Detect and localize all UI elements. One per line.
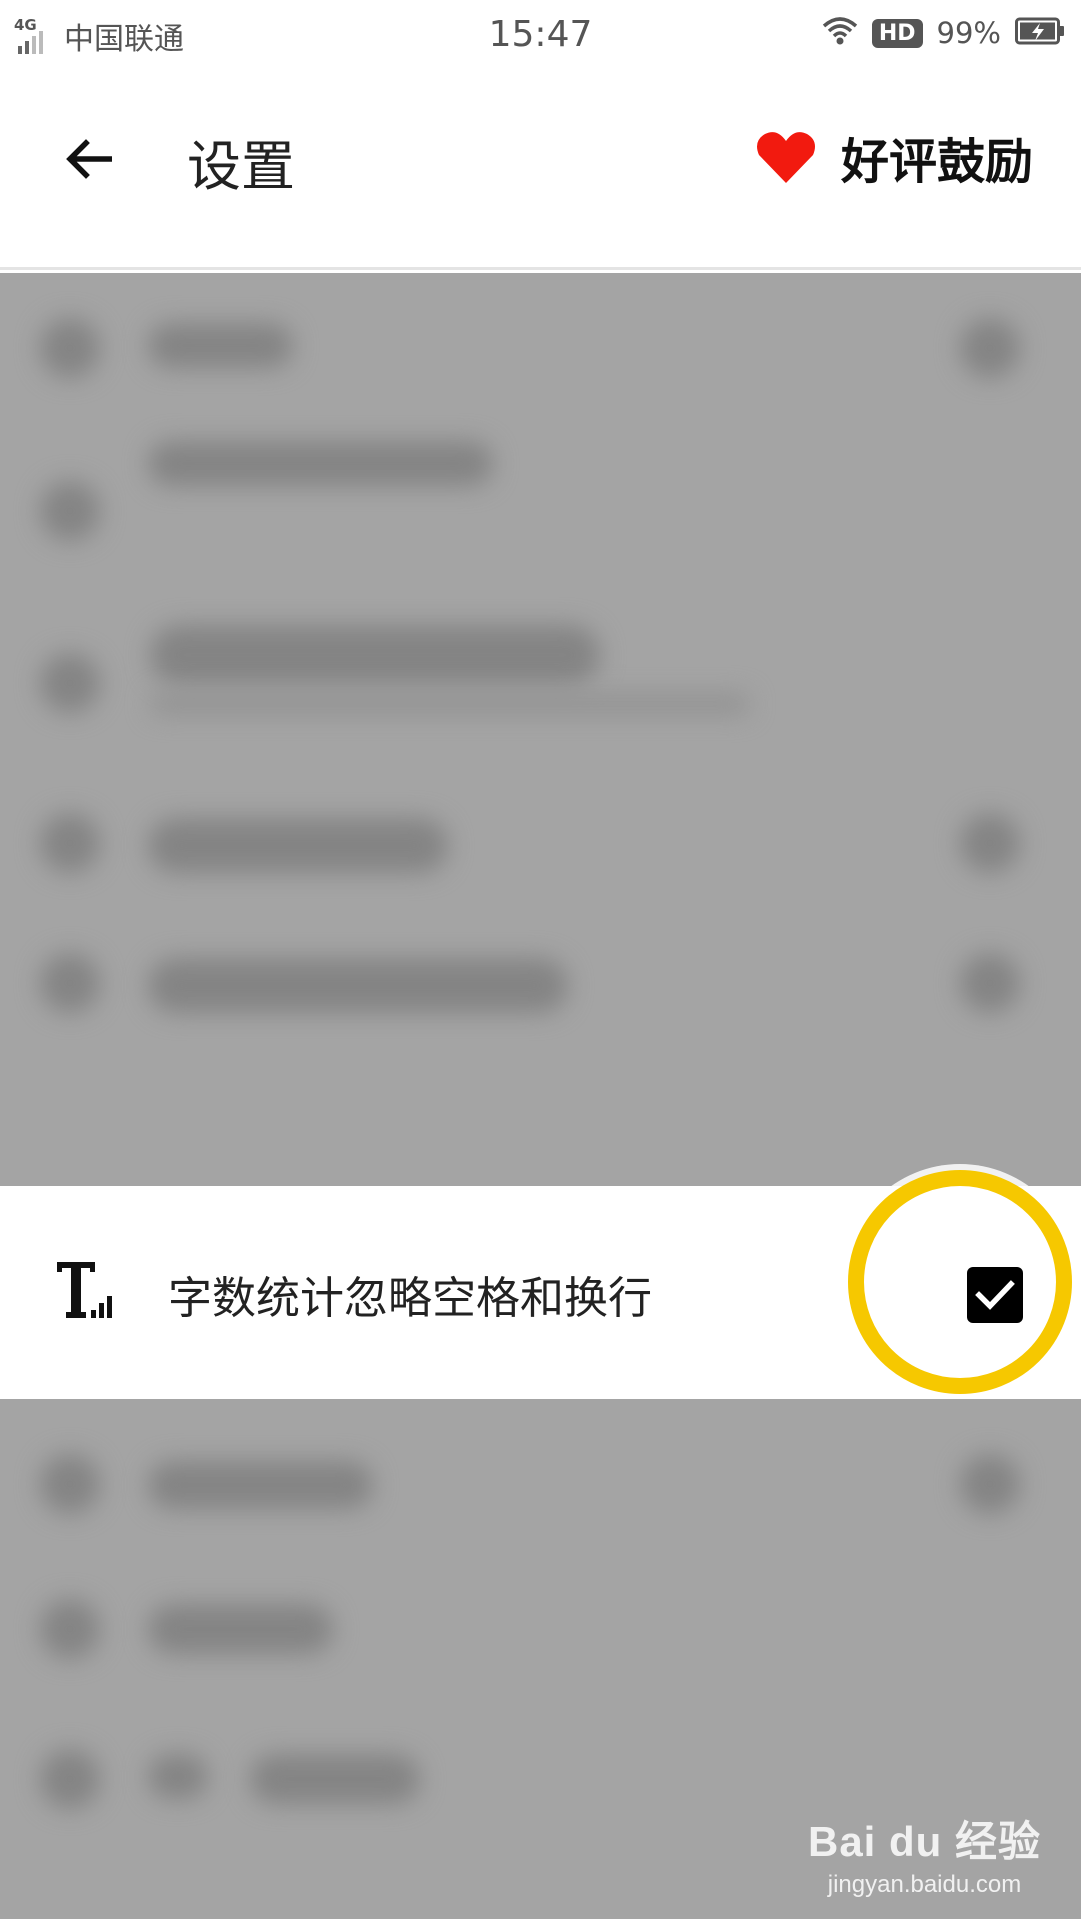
text-count-icon bbox=[57, 1262, 112, 1318]
wifi-icon bbox=[822, 16, 858, 50]
app-bar: 设置 好评鼓励 bbox=[0, 72, 1081, 270]
rate-button[interactable]: 好评鼓励 bbox=[755, 122, 1033, 192]
checkmark-icon bbox=[975, 1280, 1015, 1310]
setting-label: 字数统计忽略空格和换行 bbox=[168, 1273, 652, 1324]
rate-label: 好评鼓励 bbox=[840, 134, 1033, 190]
ignore-whitespace-setting-row[interactable]: 字数统计忽略空格和换行 bbox=[0, 1170, 1081, 1399]
status-bar: 4G 中国联通 15:47 HD 99% bbox=[0, 0, 1081, 72]
blurred-settings-list-top bbox=[0, 273, 1081, 1186]
battery-percent: 99% bbox=[936, 16, 1001, 50]
heart-icon bbox=[756, 132, 815, 183]
baidu-watermark: Bai du 经验 jingyan.baidu.com bbox=[808, 1808, 1041, 1899]
watermark-url: jingyan.baidu.com bbox=[827, 1871, 1022, 1898]
highlight-circle bbox=[848, 1170, 1072, 1394]
watermark-logo: Bai du 经验 bbox=[807, 1818, 1041, 1865]
hd-badge: HD bbox=[871, 18, 923, 48]
battery-charging-icon bbox=[1015, 17, 1067, 49]
arrow-left-icon bbox=[66, 139, 112, 179]
status-right: HD 99% bbox=[822, 16, 1067, 50]
ignore-whitespace-checkbox[interactable] bbox=[967, 1267, 1023, 1323]
back-button[interactable] bbox=[58, 128, 120, 190]
page-title: 设置 bbox=[187, 135, 295, 198]
